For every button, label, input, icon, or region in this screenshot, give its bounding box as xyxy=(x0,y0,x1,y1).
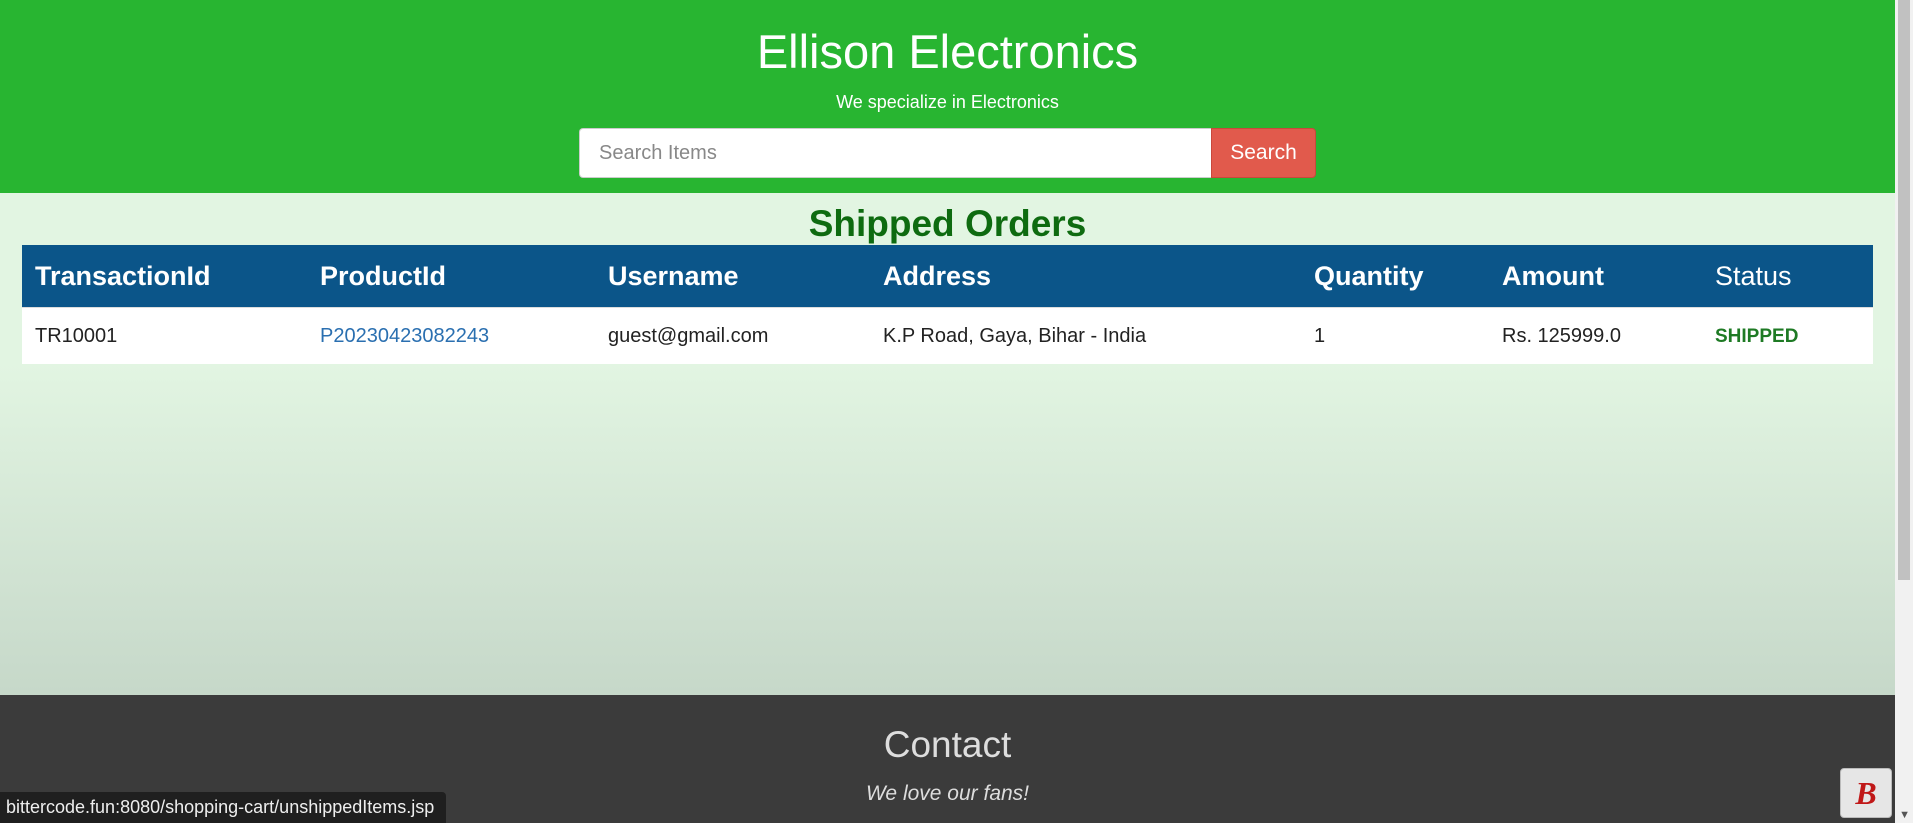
cell-username: guest@gmail.com xyxy=(595,307,870,364)
vertical-scrollbar[interactable]: ▼ xyxy=(1895,0,1913,823)
cell-product-id: P20230423082243 xyxy=(307,307,595,364)
column-header-amount: Amount xyxy=(1489,245,1702,308)
column-header-quantity: Quantity xyxy=(1301,245,1489,308)
column-header-productid: ProductId xyxy=(307,245,595,308)
chevron-down-icon[interactable]: ▼ xyxy=(1899,809,1910,821)
main-content: Shipped Orders TransactionId ProductId U… xyxy=(0,193,1895,695)
status-bar-url: bittercode.fun:8080/shopping-cart/unship… xyxy=(0,792,447,823)
search-form: Search xyxy=(579,128,1316,178)
column-header-status: Status xyxy=(1702,245,1873,308)
brand-title[interactable]: Ellison Electronics xyxy=(0,24,1895,80)
table-row: TR10001 P20230423082243 guest@gmail.com … xyxy=(22,307,1873,364)
orders-table: TransactionId ProductId Username Address… xyxy=(22,245,1873,364)
site-header: Ellison Electronics We specialize in Ele… xyxy=(0,0,1895,193)
scrollbar-thumb[interactable] xyxy=(1898,0,1910,580)
cell-transaction-id: TR10001 xyxy=(22,307,307,364)
footer-contact-title: Contact xyxy=(883,724,1012,765)
column-header-transactionid: TransactionId xyxy=(22,245,307,308)
cell-address: K.P Road, Gaya, Bihar - India xyxy=(870,307,1301,364)
cell-amount: Rs. 125999.0 xyxy=(1489,307,1702,364)
column-header-username: Username xyxy=(595,245,870,308)
column-header-address: Address xyxy=(870,245,1301,308)
status-badge: SHIPPED xyxy=(1715,325,1799,347)
search-button[interactable]: Search xyxy=(1211,128,1316,178)
search-input[interactable] xyxy=(579,128,1211,178)
product-link[interactable]: P20230423082243 xyxy=(320,325,489,347)
page-title: Shipped Orders xyxy=(808,203,1087,244)
cell-status: SHIPPED xyxy=(1702,307,1873,364)
table-header-row: TransactionId ProductId Username Address… xyxy=(22,245,1873,308)
cell-quantity: 1 xyxy=(1301,307,1489,364)
bittercode-logo-icon[interactable]: B xyxy=(1840,768,1892,818)
brand-tagline: We specialize in Electronics xyxy=(836,92,1059,112)
